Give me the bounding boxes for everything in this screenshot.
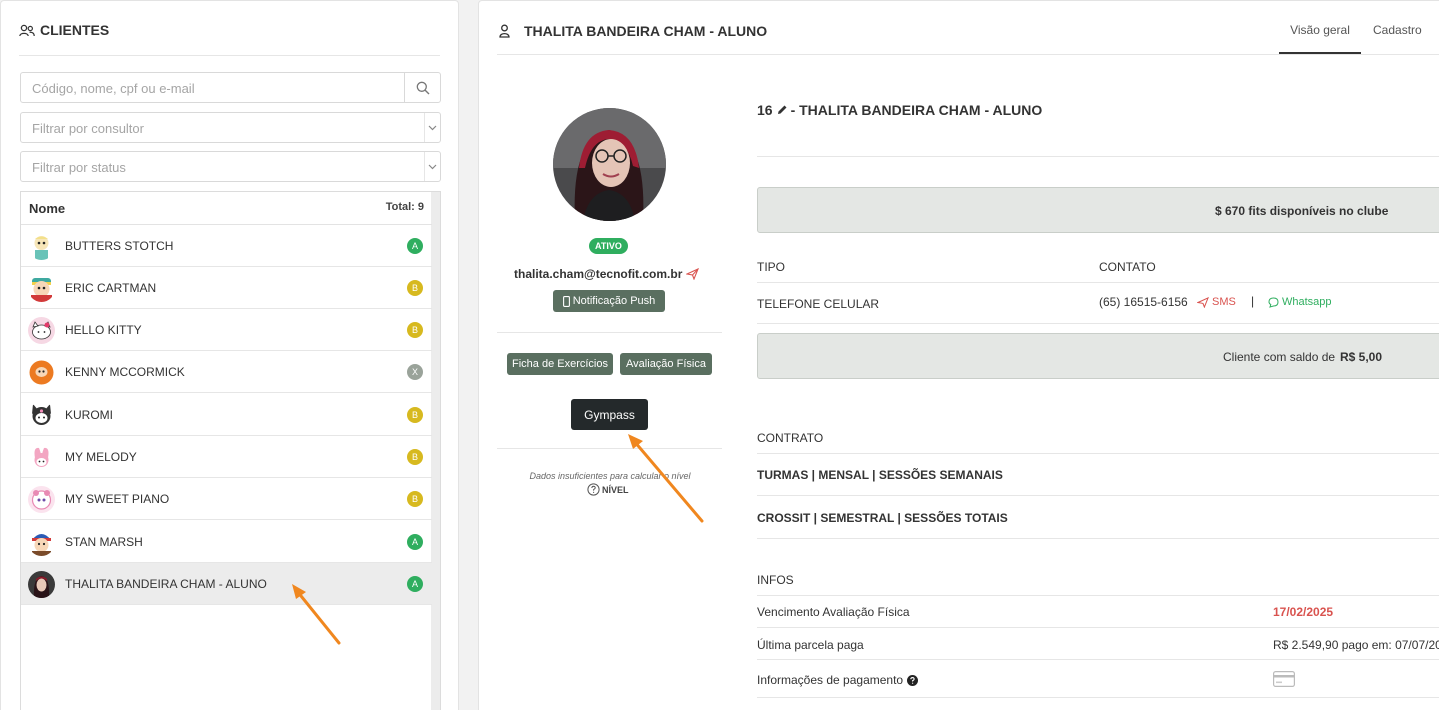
arrow-to-gympass <box>632 439 704 523</box>
arrow-to-client-row <box>295 589 341 645</box>
arrowhead <box>292 584 306 599</box>
annotation-arrows <box>292 434 704 645</box>
